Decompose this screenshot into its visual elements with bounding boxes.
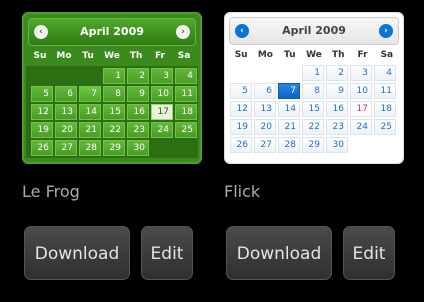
theme-name: Flick	[224, 182, 261, 201]
day-cell[interactable]: 29	[103, 140, 125, 156]
day-cell[interactable]: 9	[326, 83, 348, 99]
day-cell[interactable]: 21	[278, 119, 300, 135]
day-cell[interactable]: 18	[175, 104, 197, 120]
day-cell[interactable]: 12	[230, 101, 252, 117]
day-cell[interactable]: 4	[175, 68, 197, 84]
day-cell[interactable]: 22	[103, 122, 125, 138]
calendar-preview: ‹ April 2009 › Su Mo Tu We Th Fr Sa 1234567891…	[224, 12, 404, 164]
day-cell[interactable]: 30	[127, 140, 149, 156]
day-cell[interactable]: 10	[350, 83, 372, 99]
weekday-label: Su	[234, 50, 248, 60]
day-cell[interactable]: 23	[326, 119, 348, 135]
day-cell[interactable]: 22	[302, 119, 324, 135]
day-cell[interactable]: 24	[151, 122, 173, 138]
calendar-days: 1 2 3 4 5 6 7 8 9 10 11 12 13 14 15 16 17 18 19 20 21 22 23 24 2…	[225, 65, 403, 153]
weekday-label: Mo	[257, 50, 273, 60]
day-cell[interactable]: 2	[127, 68, 149, 84]
weekday-label: Mo	[56, 51, 72, 61]
chevron-left-icon[interactable]: ‹	[34, 25, 48, 39]
day-cell[interactable]: 13	[254, 101, 276, 117]
weekday-label: Fr	[357, 50, 368, 60]
chevron-right-icon[interactable]: ›	[176, 25, 190, 39]
download-button[interactable]: Download	[226, 226, 332, 280]
day-cell[interactable]: 27	[254, 137, 276, 153]
weekday-label: We	[306, 50, 322, 60]
day-cell[interactable]: 1	[103, 68, 125, 84]
day-cell[interactable]: 6	[55, 86, 77, 102]
weekday-label: Sa	[380, 50, 394, 60]
day-cell[interactable]: 25	[374, 119, 396, 135]
day-cell[interactable]: 28	[79, 140, 101, 156]
theme-card-flick: ‹ April 2009 › Su Mo Tu We Th Fr Sa 1234567891…	[224, 0, 404, 280]
calendar-header: ‹ April 2009 ›	[28, 18, 196, 46]
day-cell[interactable]: 16	[326, 101, 348, 117]
day-cell[interactable]: 15	[103, 104, 125, 120]
day-cell[interactable]: 17	[350, 101, 372, 117]
day-cell[interactable]: 14	[278, 101, 300, 117]
day-cell[interactable]: 20	[55, 122, 77, 138]
day-cell[interactable]: 14	[79, 104, 101, 120]
day-cell[interactable]: 1	[302, 65, 324, 81]
day-cell[interactable]: 12	[31, 104, 53, 120]
day-cell[interactable]: 2	[326, 65, 348, 81]
day-cell[interactable]: 8	[302, 83, 324, 99]
weekday-header: Su Mo Tu We Th Fr Sa	[24, 46, 200, 66]
weekday-label: Th	[332, 50, 345, 60]
weekday-header: Su Mo Tu We Th Fr Sa	[225, 45, 403, 65]
day-cell[interactable]: 13	[55, 104, 77, 120]
day-cell[interactable]: 9	[127, 86, 149, 102]
weekday-label: Sa	[177, 51, 191, 61]
calendar-preview: ‹ April 2009 › Su Mo Tu We Th Fr Sa 1234567891…	[22, 12, 202, 164]
day-cell[interactable]: 27	[55, 140, 77, 156]
day-cell[interactable]: 24	[350, 119, 372, 135]
weekday-label: We	[104, 51, 120, 61]
day-cell[interactable]: 11	[175, 86, 197, 102]
day-cell[interactable]: 7	[278, 83, 300, 99]
day-cell[interactable]: 20	[254, 119, 276, 135]
day-cell[interactable]: 23	[127, 122, 149, 138]
day-cell[interactable]: 11	[374, 83, 396, 99]
day-cell[interactable]: 5	[230, 83, 252, 99]
download-button[interactable]: Download	[24, 226, 130, 280]
theme-card-le-frog: ‹ April 2009 › Su Mo Tu We Th Fr Sa 1234567891…	[22, 0, 202, 280]
calendar-title: April 2009	[80, 25, 144, 38]
weekday-label: Th	[129, 51, 143, 61]
weekday-label: Fr	[154, 51, 165, 61]
day-cell[interactable]: 18	[374, 101, 396, 117]
day-cell[interactable]: 4	[374, 65, 396, 81]
theme-name: Le Frog	[22, 182, 80, 201]
weekday-label: Tu	[82, 51, 94, 61]
calendar-header: ‹ April 2009 ›	[229, 17, 399, 45]
day-cell[interactable]: 29	[302, 137, 324, 153]
day-cell[interactable]: 6	[254, 83, 276, 99]
chevron-left-icon[interactable]: ‹	[235, 24, 249, 38]
day-cell[interactable]: 8	[103, 86, 125, 102]
day-cell[interactable]: 26	[230, 137, 252, 153]
day-cell[interactable]: 21	[79, 122, 101, 138]
day-cell[interactable]: 3	[151, 68, 173, 84]
day-cell[interactable]: 7	[79, 86, 101, 102]
weekday-label: Tu	[283, 50, 296, 60]
edit-button[interactable]: Edit	[343, 226, 395, 280]
day-cell[interactable]: 25	[175, 122, 197, 138]
day-cell[interactable]: 30	[326, 137, 348, 153]
day-cell[interactable]: 3	[350, 65, 372, 81]
day-cell[interactable]: 17	[151, 104, 173, 120]
weekday-label: Su	[33, 51, 47, 61]
day-cell[interactable]: 16	[127, 104, 149, 120]
day-cell[interactable]: 28	[278, 137, 300, 153]
day-cell[interactable]: 15	[302, 101, 324, 117]
edit-button[interactable]: Edit	[141, 226, 193, 280]
day-cell[interactable]: 19	[31, 122, 53, 138]
day-cell[interactable]: 26	[31, 140, 53, 156]
day-cell[interactable]: 19	[230, 119, 252, 135]
day-cell[interactable]: 5	[31, 86, 53, 102]
calendar-title: April 2009	[282, 24, 346, 37]
day-cell[interactable]: 10	[151, 86, 173, 102]
chevron-right-icon[interactable]: ›	[379, 24, 393, 38]
calendar-days: 1 2 3 4 5 6 7 8 9 10 11 12 13 14 15 16 17 18 19 20 21 22 23 24 2…	[26, 66, 198, 158]
